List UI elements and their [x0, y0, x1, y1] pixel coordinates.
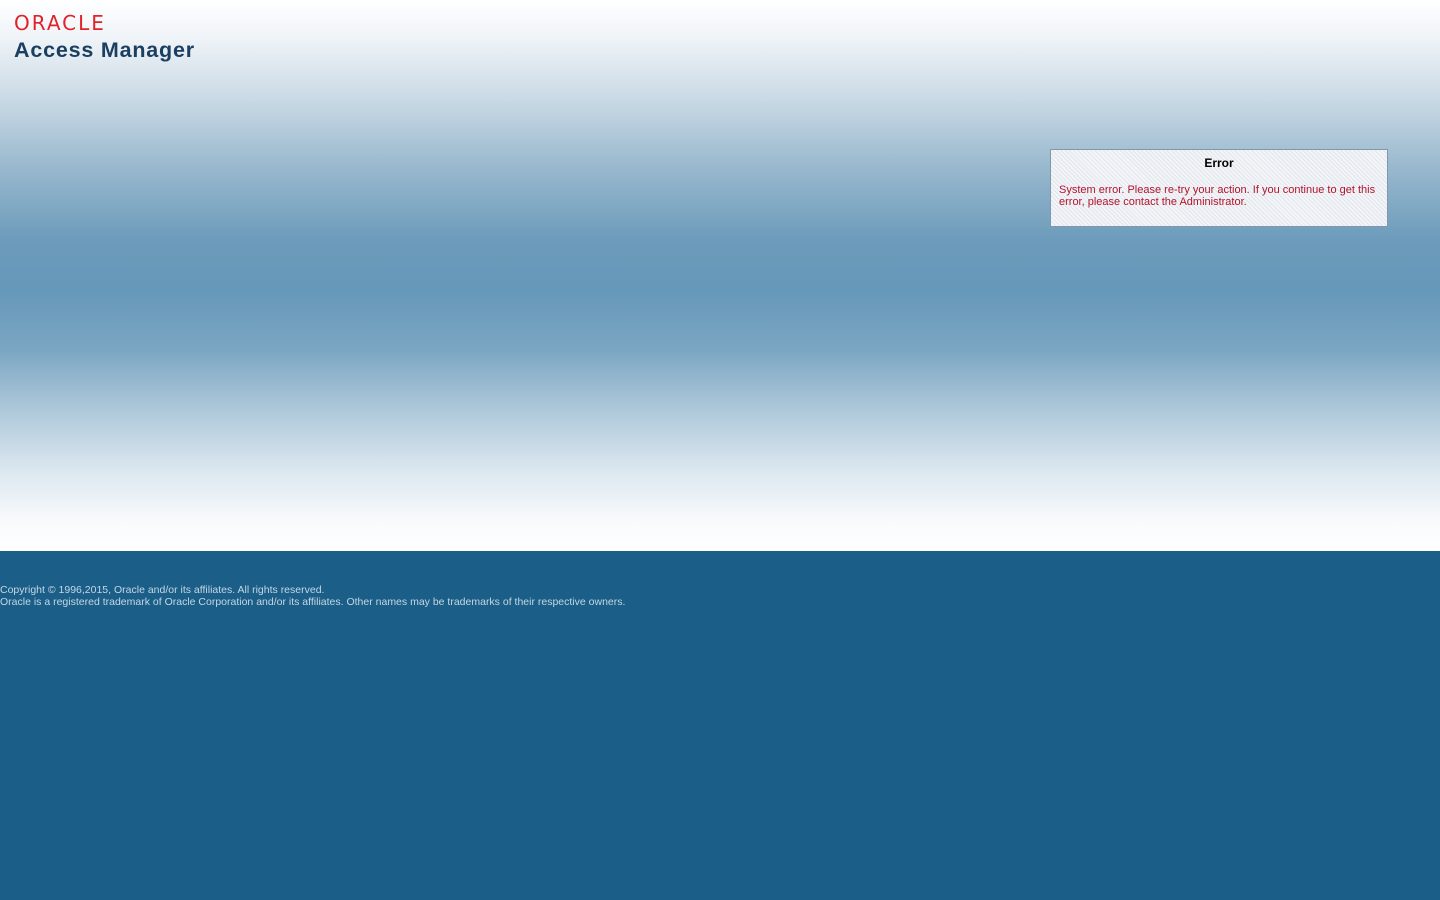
error-title: Error [1204, 156, 1234, 170]
page-banner [0, 0, 1440, 551]
error-message: System error. Please re-try your action.… [1059, 184, 1376, 208]
product-name: Access Manager [14, 38, 195, 62]
footer: Copyright © 1996,2015, Oracle and/or its… [0, 584, 900, 608]
trademark-text: Oracle is a registered trademark of Orac… [0, 596, 626, 608]
copyright-text: Copyright © 1996,2015, Oracle and/or its… [0, 584, 325, 596]
oracle-logo: ORACLE [14, 11, 106, 35]
product-logo: ORACLE Access Manager [14, 12, 195, 63]
error-panel: Error System error. Please re-try your a… [1050, 149, 1388, 227]
